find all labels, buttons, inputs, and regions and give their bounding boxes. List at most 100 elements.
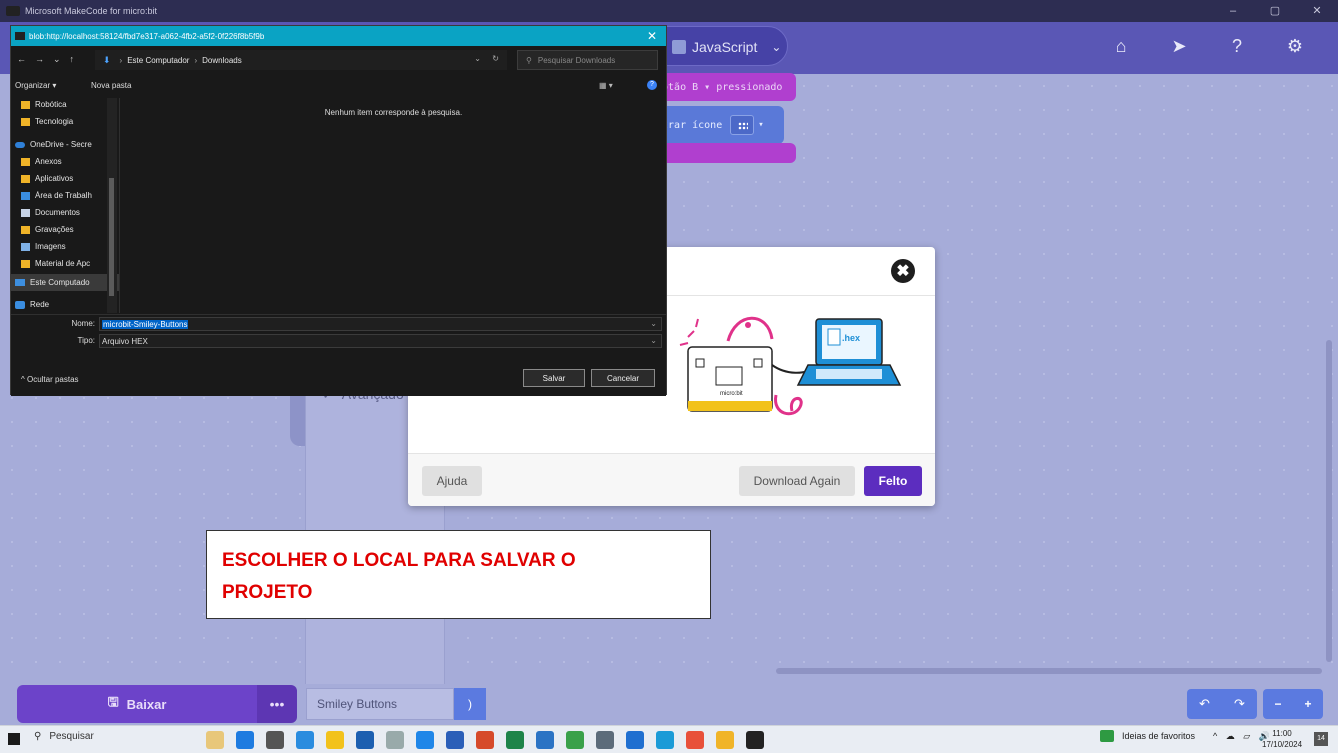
close-icon[interactable]: ✖ bbox=[891, 259, 915, 283]
refresh-icon[interactable]: ↻ bbox=[492, 54, 499, 63]
taskbar-app-icon[interactable] bbox=[596, 731, 614, 749]
zoom-out-icon[interactable]: − bbox=[1274, 697, 1281, 711]
nav-item-documentos[interactable]: Documentos bbox=[21, 208, 117, 217]
nav-item-label: Anexos bbox=[35, 157, 62, 166]
windows-start-icon[interactable] bbox=[8, 733, 20, 745]
scroll-thumb[interactable] bbox=[109, 178, 114, 296]
back-icon[interactable]: ← bbox=[17, 54, 26, 65]
documents-icon bbox=[21, 208, 30, 217]
download-again-button[interactable]: Download Again bbox=[739, 466, 855, 496]
vertical-scrollbar[interactable] bbox=[1326, 340, 1332, 662]
taskbar-app-icon[interactable] bbox=[566, 731, 584, 749]
clock[interactable]: 11:00 17/10/2024 bbox=[1262, 728, 1302, 750]
taskbar-app-icon[interactable] bbox=[686, 731, 704, 749]
taskbar-app-icon[interactable] bbox=[746, 731, 764, 749]
minimize-button[interactable]: – bbox=[1212, 0, 1254, 22]
taskbar-app-icon[interactable] bbox=[236, 731, 254, 749]
taskbar-app-icon[interactable] bbox=[536, 731, 554, 749]
chevron-down-icon[interactable]: ⌄ bbox=[650, 319, 657, 328]
search-input[interactable]: ⚲ Pesquisar Downloads bbox=[517, 50, 658, 70]
taskbar-app-icon[interactable] bbox=[266, 731, 284, 749]
breadcrumb-computer[interactable]: Este Computador bbox=[127, 56, 189, 65]
help-icon[interactable]: ? bbox=[647, 80, 657, 90]
save-button[interactable]: Salvar bbox=[523, 369, 585, 387]
nav-item-onedrive[interactable]: OneDrive - Secre bbox=[15, 140, 111, 149]
project-name-input[interactable]: Smiley Buttons bbox=[306, 688, 454, 720]
zoom-in-icon[interactable]: + bbox=[1304, 697, 1311, 711]
divider bbox=[119, 98, 120, 313]
nav-item-tecnologia[interactable]: Tecnologia bbox=[21, 117, 117, 126]
nav-item-desktop[interactable]: Área de Trabalh bbox=[21, 191, 117, 200]
taskbar-app-icon[interactable] bbox=[416, 731, 434, 749]
taskbar-app-icon[interactable] bbox=[506, 731, 524, 749]
nav-item-gravacoes[interactable]: Gravações bbox=[21, 225, 117, 234]
close-icon[interactable]: ✕ bbox=[638, 26, 666, 46]
close-window-button[interactable]: ✕ bbox=[1296, 0, 1338, 22]
recent-icon[interactable]: ⌄ bbox=[53, 54, 61, 65]
nav-item-imagens[interactable]: Imagens bbox=[21, 242, 117, 251]
nav-item-this-pc[interactable]: Este Computado bbox=[15, 278, 111, 287]
app-icon bbox=[15, 32, 25, 40]
window-controls: – ▢ ✕ bbox=[1212, 0, 1338, 22]
redo-icon[interactable]: ↷ bbox=[1234, 696, 1245, 712]
nav-item-robotica[interactable]: Robótica bbox=[21, 100, 117, 109]
taskbar-app-icon[interactable] bbox=[326, 731, 344, 749]
time: 11:00 bbox=[1272, 729, 1292, 738]
file-type-select[interactable]: Arquivo HEX ⌄ bbox=[99, 334, 662, 348]
taskbar-search[interactable]: ⚲ Pesquisar bbox=[34, 731, 94, 742]
taskbar-app-icon[interactable] bbox=[386, 731, 404, 749]
favorites-label[interactable]: Ideias de favoritos bbox=[1122, 731, 1195, 741]
hide-folders-toggle[interactable]: ^ Ocultar pastas bbox=[21, 375, 79, 384]
notification-badge[interactable]: 14 bbox=[1314, 732, 1328, 746]
dropdown-icon[interactable]: ▾ bbox=[758, 120, 763, 130]
download-button[interactable]: 🖫 Baixar bbox=[17, 685, 257, 723]
folder-icon bbox=[21, 174, 30, 183]
help-button[interactable]: Ajuda bbox=[422, 466, 482, 496]
home-icon[interactable]: ⌂ bbox=[1092, 32, 1150, 60]
help-icon[interactable]: ? bbox=[1208, 32, 1266, 60]
chevron-down-icon[interactable]: ⌄ bbox=[771, 40, 781, 54]
organize-menu[interactable]: Organizar ▾ bbox=[15, 81, 56, 90]
chevron-down-icon[interactable]: ⌄ bbox=[650, 336, 657, 345]
horizontal-scrollbar[interactable] bbox=[776, 668, 1322, 674]
download-illustration: micro:bit .hex bbox=[679, 316, 902, 416]
on-button-pressed-block[interactable]: botão B ▾ pressionado bbox=[650, 73, 796, 101]
show-icon-block[interactable]: strar ícone ▾ bbox=[650, 106, 784, 144]
nav-item-anexos[interactable]: Anexos bbox=[21, 157, 117, 166]
view-options-icon[interactable]: ▦ ▾ bbox=[599, 81, 613, 90]
breadcrumb-downloads[interactable]: Downloads bbox=[202, 56, 242, 65]
search-icon: ⚲ bbox=[34, 731, 42, 742]
smiley-icon[interactable] bbox=[730, 115, 755, 135]
cancel-button[interactable]: Cancelar bbox=[591, 369, 655, 387]
javascript-label: JavaScript bbox=[692, 39, 758, 55]
taskbar-app-icon[interactable] bbox=[716, 731, 734, 749]
nav-scrollbar[interactable] bbox=[107, 98, 117, 313]
taskbar-app-icon[interactable] bbox=[356, 731, 374, 749]
taskbar-app-icon[interactable] bbox=[626, 731, 644, 749]
nav-item-network[interactable]: Rede bbox=[15, 300, 111, 309]
undo-icon[interactable]: ↶ bbox=[1199, 696, 1210, 712]
date: 17/10/2024 bbox=[1262, 740, 1303, 749]
up-icon[interactable]: ↑ bbox=[70, 54, 75, 65]
favorites-icon[interactable] bbox=[1100, 730, 1114, 742]
taskbar-app-icon[interactable] bbox=[296, 731, 314, 749]
maximize-button[interactable]: ▢ bbox=[1254, 0, 1296, 22]
taskbar-app-icon[interactable] bbox=[446, 731, 464, 749]
file-name-input[interactable]: microbit-Smiley-Buttons ⌄ bbox=[99, 317, 662, 331]
address-bar[interactable]: ⬇ › Este Computador › Downloads ⌄ ↻ bbox=[95, 50, 507, 70]
new-folder-button[interactable]: Nova pasta bbox=[91, 81, 131, 90]
taskbar-app-icon[interactable] bbox=[656, 731, 674, 749]
javascript-tab[interactable]: JavaScript ⌄ bbox=[672, 32, 781, 62]
nav-item-aplicativos[interactable]: Aplicativos bbox=[21, 174, 117, 183]
share-icon[interactable]: ➤ bbox=[1150, 32, 1208, 60]
save-project-button[interactable]: ) bbox=[454, 688, 486, 720]
more-options-button[interactable]: ••• bbox=[257, 685, 297, 723]
block-label: botão B ▾ pressionado bbox=[656, 81, 783, 93]
settings-icon[interactable]: ⚙ bbox=[1266, 32, 1324, 60]
taskbar-app-icon[interactable] bbox=[206, 731, 224, 749]
taskbar-app-icon[interactable] bbox=[476, 731, 494, 749]
forward-icon[interactable]: → bbox=[35, 54, 44, 65]
done-button[interactable]: Felto bbox=[864, 466, 922, 496]
chevron-down-icon[interactable]: ⌄ bbox=[474, 54, 481, 63]
nav-item-material[interactable]: Material de Apc bbox=[21, 259, 117, 268]
